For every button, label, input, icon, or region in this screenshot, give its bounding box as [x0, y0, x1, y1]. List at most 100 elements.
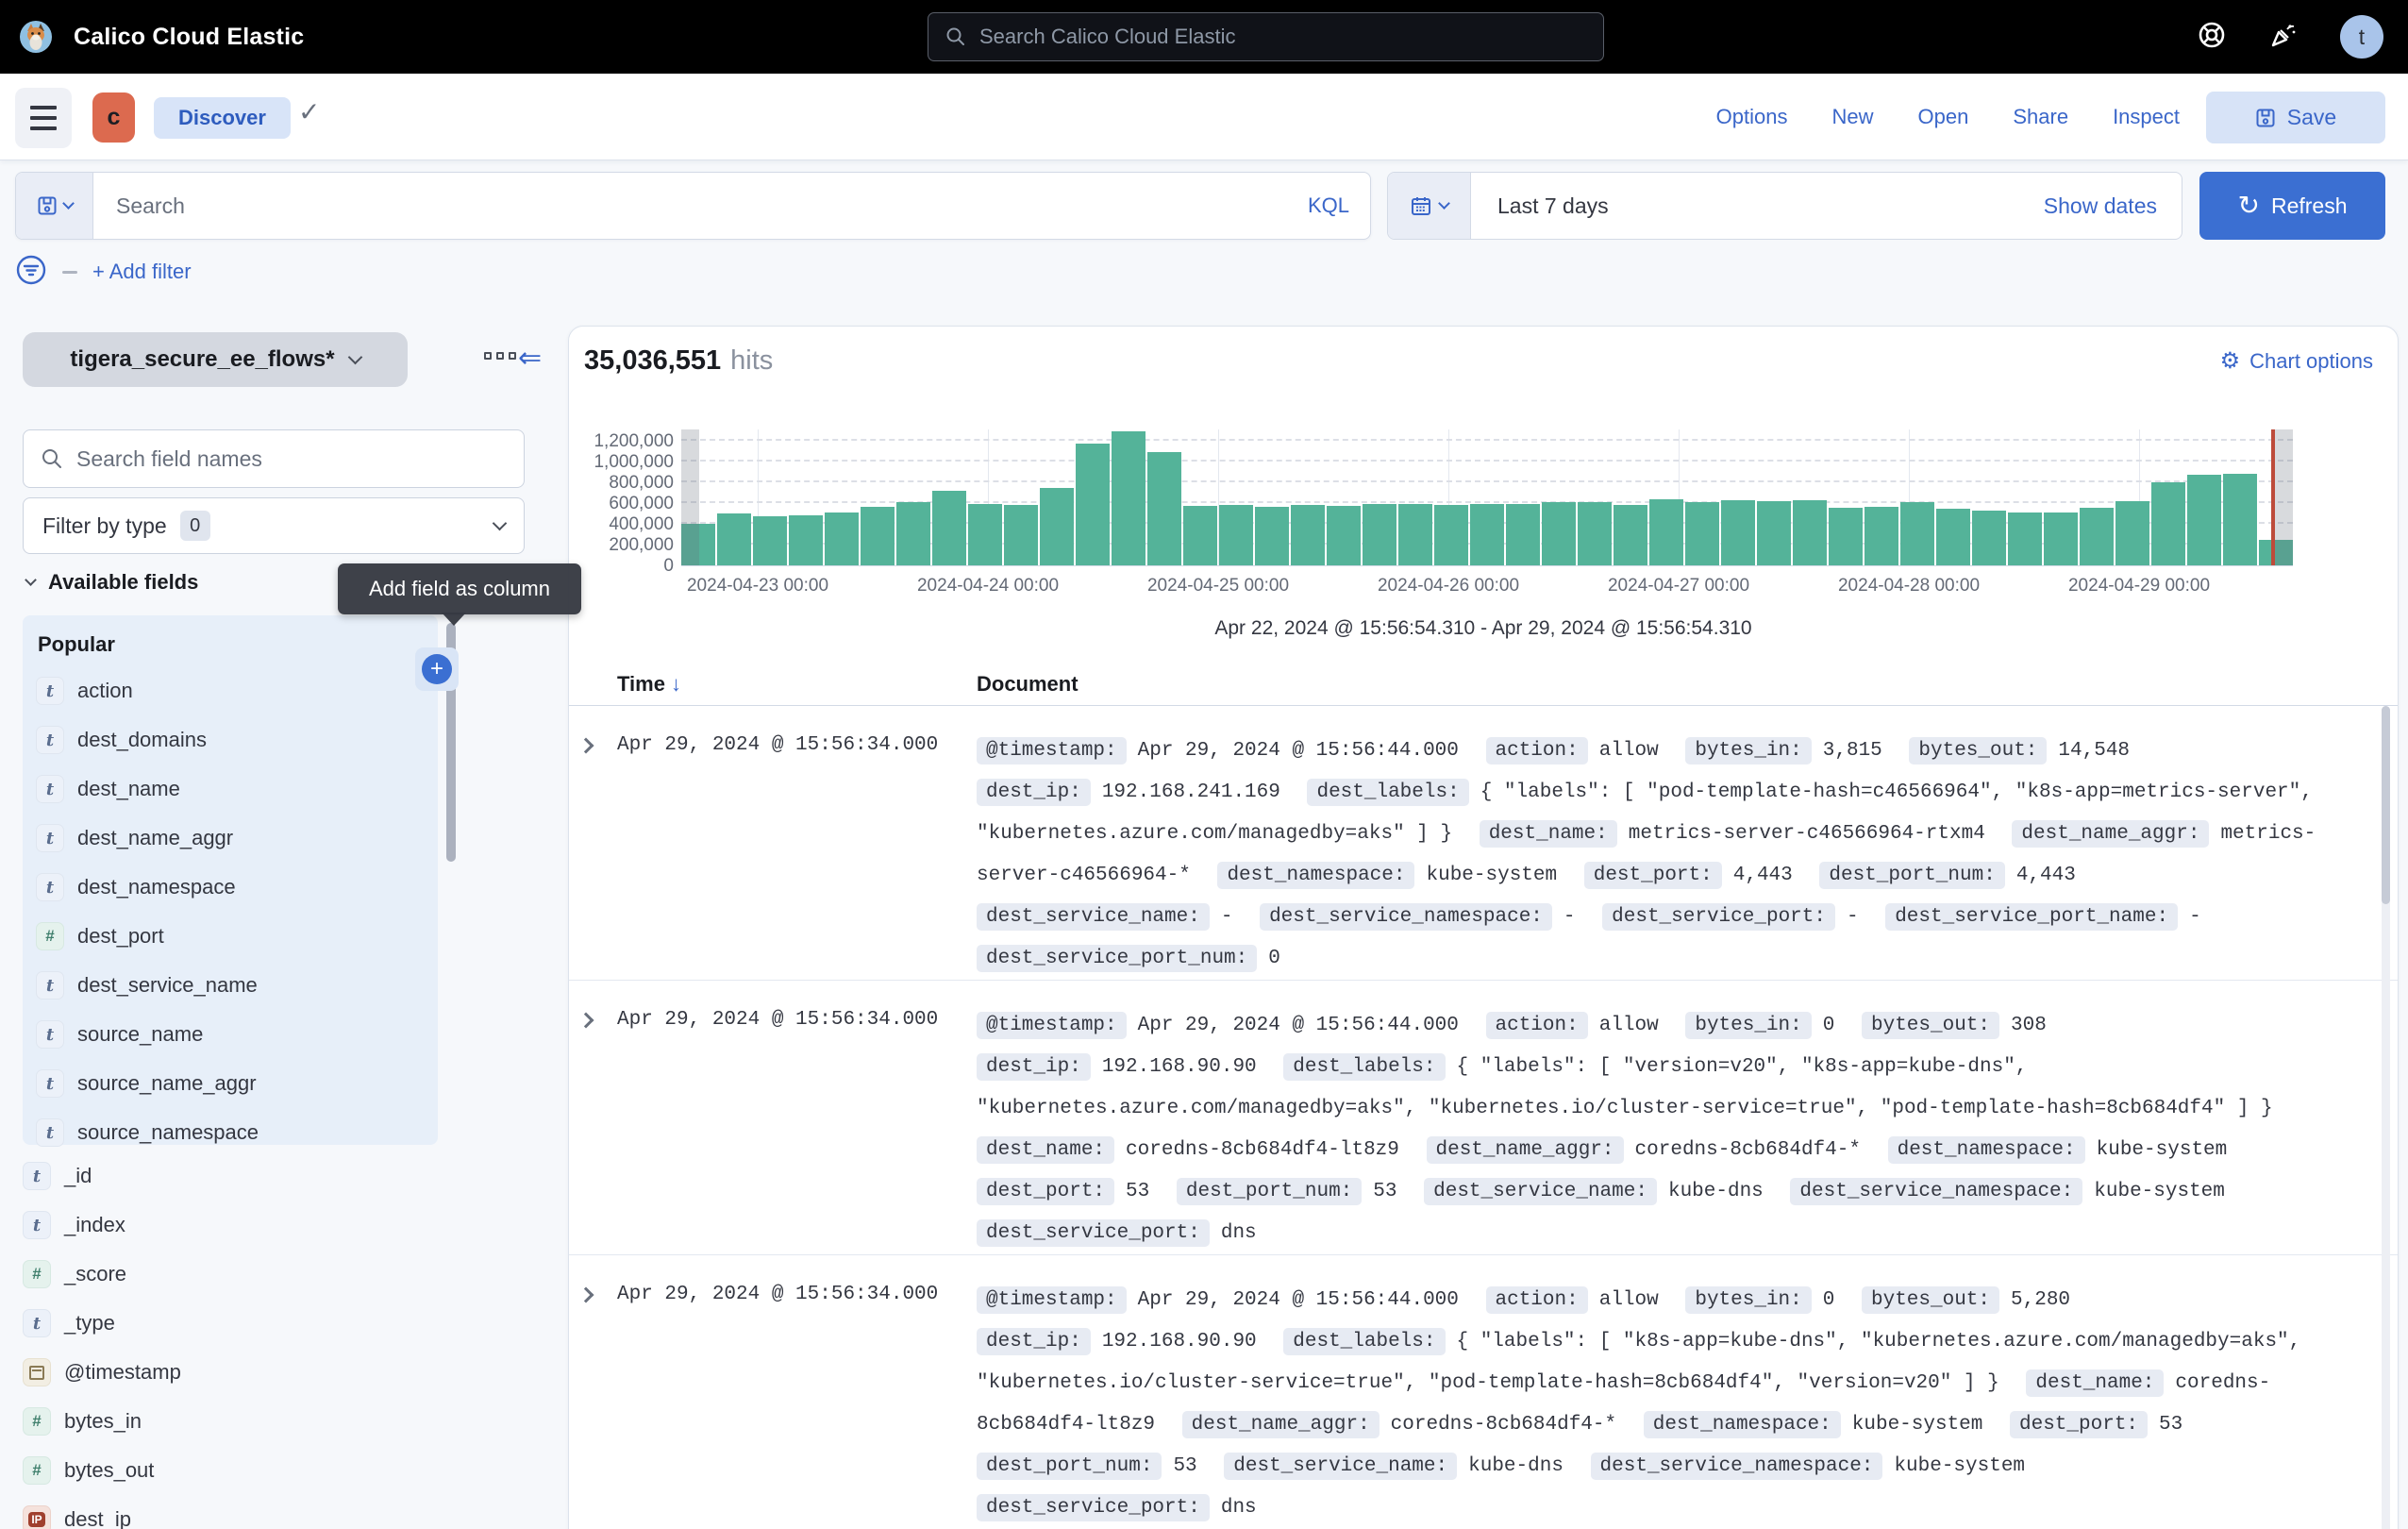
options-button[interactable]: Options [1716, 105, 1788, 129]
field-item-dest_namespace[interactable]: tdest_namespace [36, 863, 438, 912]
field-item-action[interactable]: taction [36, 666, 438, 715]
expand-row-icon[interactable] [578, 738, 594, 754]
user-avatar[interactable]: t [2340, 15, 2383, 59]
histogram-bar[interactable] [1972, 511, 2006, 565]
histogram-bar[interactable] [2151, 482, 2185, 565]
doc-field-badge[interactable]: bytes_out: [1862, 1012, 1999, 1039]
field-item-bytes_in[interactable]: #bytes_in [23, 1397, 438, 1446]
histogram-bar[interactable] [2187, 475, 2221, 565]
histogram-bar[interactable] [1721, 500, 1755, 565]
histogram-bar[interactable] [1255, 507, 1289, 565]
doc-field-badge[interactable]: dest_port_num: [977, 1453, 1162, 1480]
doc-field-badge[interactable]: dest_name: [977, 1136, 1114, 1164]
histogram-bar[interactable] [1434, 505, 1468, 565]
kql-language-button[interactable]: KQL [1308, 193, 1370, 218]
breadcrumb-discover[interactable]: Discover [154, 97, 291, 139]
space-badge[interactable]: c [92, 92, 135, 143]
histogram-bar[interactable] [896, 502, 930, 565]
histogram-bar[interactable] [1219, 505, 1253, 565]
doc-field-badge[interactable]: action: [1486, 737, 1588, 764]
field-item-dest_port[interactable]: #dest_port [36, 912, 438, 961]
histogram-bar[interactable] [1040, 488, 1074, 565]
show-dates-button[interactable]: Show dates [2044, 173, 2182, 239]
doc-field-badge[interactable]: dest_name_aggr: [2012, 820, 2209, 848]
doc-field-badge[interactable]: dest_ip: [977, 779, 1091, 806]
histogram-bar[interactable] [825, 512, 859, 565]
histogram-bar[interactable] [1542, 502, 1576, 565]
doc-field-badge[interactable]: dest_ip: [977, 1328, 1091, 1355]
news-party-popper-icon[interactable] [2268, 20, 2299, 55]
doc-field-badge[interactable]: bytes_in: [1685, 1012, 1811, 1039]
collapse-sidebar-icon[interactable]: ⇐ [518, 342, 542, 375]
histogram-bar[interactable] [1614, 505, 1647, 565]
doc-field-badge[interactable]: dest_service_name: [977, 903, 1210, 931]
doc-field-badge[interactable]: dest_name: [2026, 1369, 2164, 1397]
doc-field-badge[interactable]: dest_service_port: [977, 1219, 1210, 1247]
expand-row-icon[interactable] [578, 1013, 594, 1029]
field-item-_score[interactable]: #_score [23, 1250, 438, 1299]
doc-field-badge[interactable]: dest_port_num: [1819, 862, 2004, 889]
doc-field-badge[interactable]: bytes_in: [1685, 737, 1811, 764]
histogram-bar[interactable] [1829, 508, 1863, 565]
time-range-value[interactable]: Last 7 days [1471, 173, 2044, 239]
histogram-bar[interactable] [1183, 506, 1217, 565]
help-life-ring-icon[interactable] [2197, 20, 2227, 55]
doc-field-badge[interactable]: dest_port: [1584, 862, 1722, 889]
histogram-bar[interactable] [1112, 431, 1145, 565]
share-button[interactable]: Share [2013, 105, 2068, 129]
field-item-_id[interactable]: t_id [23, 1151, 438, 1201]
add-filter-button[interactable]: + Add filter [92, 260, 192, 284]
histogram-bar[interactable] [1470, 504, 1504, 565]
add-field-as-column-button[interactable]: + [415, 647, 459, 691]
calendar-menu[interactable] [1388, 173, 1471, 239]
doc-field-badge[interactable]: @timestamp: [977, 1012, 1127, 1039]
chart-options-button[interactable]: ⚙ Chart options [2220, 349, 2373, 374]
doc-field-badge[interactable]: dest_service_port: [1602, 903, 1835, 931]
doc-field-badge[interactable]: bytes_in: [1685, 1286, 1811, 1314]
doc-field-badge[interactable]: action: [1486, 1012, 1588, 1039]
histogram-bar[interactable] [1936, 509, 1970, 565]
histogram-bar[interactable] [2223, 474, 2257, 565]
doc-field-badge[interactable]: dest_labels: [1307, 779, 1468, 806]
query-input[interactable] [93, 173, 1308, 239]
doc-field-badge[interactable]: dest_service_namespace: [1260, 903, 1552, 931]
doc-field-badge[interactable]: dest_service_name: [1424, 1178, 1657, 1205]
table-scrollbar-thumb[interactable] [2382, 706, 2390, 904]
doc-field-badge[interactable]: dest_name_aggr: [1182, 1411, 1380, 1438]
open-button[interactable]: Open [1918, 105, 1969, 129]
histogram-bar[interactable] [1004, 505, 1038, 565]
histogram-bar[interactable] [2080, 508, 2114, 565]
index-pattern-selector[interactable]: tigera_secure_ee_flows* [23, 332, 408, 387]
histogram-bar[interactable] [753, 516, 787, 565]
doc-field-badge[interactable]: dest_service_port: [977, 1494, 1210, 1521]
histogram-bar[interactable] [1649, 499, 1683, 565]
field-settings-icon[interactable] [484, 352, 516, 360]
field-item-dest_name[interactable]: tdest_name [36, 764, 438, 814]
field-search-box[interactable] [23, 429, 525, 488]
save-button[interactable]: Save [2206, 92, 2385, 143]
field-item-_index[interactable]: t_index [23, 1201, 438, 1250]
doc-field-badge[interactable]: dest_namespace: [1644, 1411, 1841, 1438]
histogram-bar[interactable] [1147, 452, 1181, 565]
menu-hamburger-icon[interactable] [15, 88, 72, 148]
doc-field-badge[interactable]: dest_labels: [1283, 1053, 1445, 1081]
doc-field-badge[interactable]: dest_namespace: [1888, 1136, 2085, 1164]
histogram-bar[interactable] [1506, 504, 1540, 565]
histogram-bar[interactable] [1685, 502, 1719, 565]
filter-by-type-select[interactable]: Filter by type 0 [23, 497, 525, 554]
new-button[interactable]: New [1832, 105, 1874, 129]
histogram-bar[interactable] [861, 507, 895, 565]
available-fields-header[interactable]: Available fields [26, 570, 198, 595]
field-item-dest_domains[interactable]: tdest_domains [36, 715, 438, 764]
field-item-dest_service_name[interactable]: tdest_service_name [36, 961, 438, 1010]
expand-row-icon[interactable] [578, 1287, 594, 1303]
saved-query-menu[interactable] [16, 173, 93, 239]
doc-field-badge[interactable]: dest_service_namespace: [1790, 1178, 2082, 1205]
field-item-dest_name_aggr[interactable]: tdest_name_aggr [36, 814, 438, 863]
refresh-button[interactable]: ↻ Refresh [2199, 172, 2385, 240]
histogram-bar[interactable] [2008, 512, 2042, 565]
doc-field-badge[interactable]: dest_service_namespace: [1591, 1453, 1883, 1480]
doc-field-badge[interactable]: bytes_out: [1862, 1286, 1999, 1314]
histogram-bar[interactable] [1865, 507, 1898, 565]
global-search-input[interactable] [979, 25, 1586, 49]
